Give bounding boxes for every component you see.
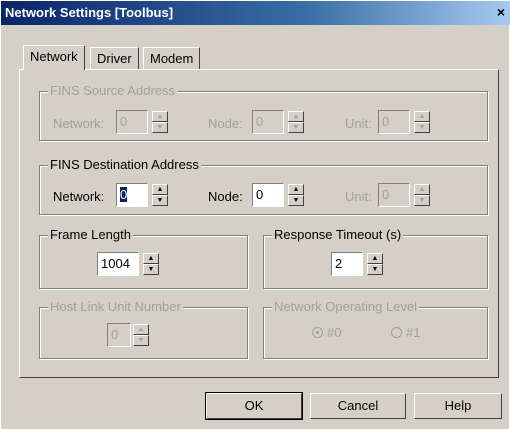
spin-up-icon[interactable]: ▲ <box>152 184 168 195</box>
tab-modem[interactable]: Modem <box>143 47 201 69</box>
fins-destination-network-label: Network: <box>53 189 105 204</box>
help-button[interactable]: Help <box>414 393 502 419</box>
frame-length-field[interactable]: 1004 <box>97 252 139 276</box>
spin-down-icon[interactable]: ▼ <box>143 264 159 275</box>
cancel-button[interactable]: Cancel <box>310 393 406 419</box>
close-icon[interactable]: × <box>494 4 508 20</box>
tab-network-label: Network <box>30 49 78 64</box>
operating-level-title: Network Operating Level <box>272 299 420 314</box>
spin-up-icon: ▲ <box>152 111 168 122</box>
fins-source-node-field: 0 <box>252 110 284 134</box>
window-title: Network Settings [Toolbus] <box>5 5 174 20</box>
fins-destination-unit-label: Unit: <box>345 189 372 204</box>
spin-down-icon[interactable]: ▼ <box>367 264 383 275</box>
spin-down-icon: ▼ <box>133 335 149 346</box>
fins-destination-node-field[interactable]: 0 <box>252 183 284 207</box>
level-1-radio <box>391 327 402 338</box>
tab-modem-label: Modem <box>150 51 194 66</box>
fins-source-network-spin: 0 ▲ ▼ <box>116 110 170 134</box>
fins-destination-title: FINS Destination Address <box>48 157 201 172</box>
spin-down-icon: ▼ <box>414 122 430 133</box>
spin-down-icon: ▼ <box>288 122 304 133</box>
operating-level-group: Network Operating Level <box>263 299 488 359</box>
response-timeout-field[interactable]: 2 <box>331 252 363 276</box>
radio-selected-dot <box>316 331 319 334</box>
spin-down-icon[interactable]: ▼ <box>288 195 304 206</box>
fins-source-node-spin: 0 ▲ ▼ <box>252 110 306 134</box>
fins-destination-network-spin[interactable]: 0 ▲ ▼ <box>116 183 170 207</box>
level-1-label: #1 <box>406 325 421 340</box>
level-0-label: #0 <box>327 325 342 340</box>
selected-text: 0 <box>120 187 128 202</box>
spin-up-icon[interactable]: ▲ <box>288 184 304 195</box>
host-link-field: 0 <box>107 323 131 347</box>
response-timeout-spin[interactable]: 2 ▲ ▼ <box>331 252 385 276</box>
spin-up-icon: ▲ <box>414 111 430 122</box>
host-link-spin: 0 ▲ ▼ <box>107 323 151 347</box>
fins-source-unit-spin: 0 ▲ ▼ <box>378 110 432 134</box>
spin-up-icon: ▲ <box>288 111 304 122</box>
fins-source-network-label: Network: <box>53 116 105 131</box>
fins-source-network-field: 0 <box>116 110 148 134</box>
frame-length-spin[interactable]: 1004 ▲ ▼ <box>97 252 159 276</box>
tab-driver[interactable]: Driver <box>90 47 139 69</box>
fins-destination-unit-field: 0 <box>378 183 410 207</box>
fins-source-node-label: Node: <box>208 116 243 131</box>
network-tab-panel: FINS Source Address Network: 0 ▲ ▼ Node: … <box>19 69 499 378</box>
tab-driver-label: Driver <box>97 51 132 66</box>
spin-down-icon: ▼ <box>414 195 430 206</box>
response-timeout-title: Response Timeout (s) <box>272 227 404 242</box>
frame-length-title: Frame Length <box>48 227 133 242</box>
fins-destination-node-label: Node: <box>208 189 243 204</box>
spin-down-icon[interactable]: ▼ <box>152 195 168 206</box>
spin-up-icon[interactable]: ▲ <box>367 253 383 264</box>
tab-network[interactable]: Network <box>23 45 85 70</box>
fins-source-unit-field: 0 <box>378 110 410 134</box>
spin-up-icon: ▲ <box>133 324 149 335</box>
level-0-radio <box>312 327 323 338</box>
spin-up-icon[interactable]: ▲ <box>143 253 159 264</box>
fins-destination-unit-spin: 0 ▲ ▼ <box>378 183 432 207</box>
fins-source-unit-label: Unit: <box>345 116 372 131</box>
title-bar[interactable]: Network Settings [Toolbus] × <box>1 1 510 25</box>
fins-source-title: FINS Source Address <box>48 83 177 98</box>
ok-button[interactable]: OK <box>205 392 303 420</box>
spin-down-icon: ▼ <box>152 122 168 133</box>
fins-destination-node-spin[interactable]: 0 ▲ ▼ <box>252 183 306 207</box>
fins-destination-network-field[interactable]: 0 <box>116 183 148 207</box>
spin-up-icon: ▲ <box>414 184 430 195</box>
host-link-title: Host Link Unit Number <box>48 299 183 314</box>
